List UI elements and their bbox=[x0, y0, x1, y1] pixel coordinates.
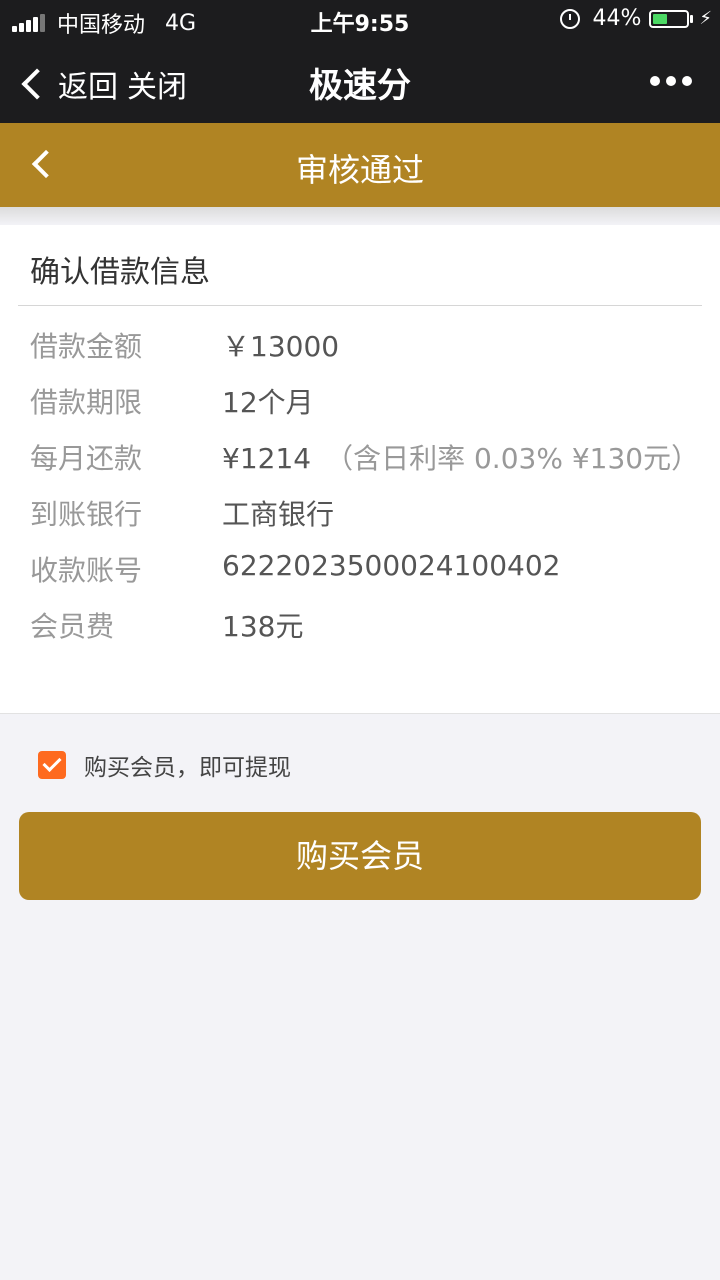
agreement: 购买会员，即可提现 bbox=[38, 748, 291, 782]
battery-percent: 44% bbox=[592, 6, 642, 31]
loan-info-card: 确认借款信息 借款金额 ￥13000 借款期限 12个月 每月还款 ¥1214 （… bbox=[0, 225, 720, 714]
row-value: 6222023500024100402 bbox=[222, 549, 560, 582]
row-label: 每月还款 bbox=[30, 442, 143, 475]
battery-fill bbox=[653, 13, 668, 24]
row-value: 工商银行 bbox=[222, 493, 334, 533]
status-right: 44% ⚡ bbox=[560, 6, 712, 31]
row-note: （含日利率 0.03% ¥130元） bbox=[325, 442, 700, 475]
row-value: ￥13000 bbox=[222, 325, 339, 365]
alarm-icon bbox=[560, 8, 581, 29]
agree-checkbox[interactable] bbox=[38, 751, 66, 779]
page-title: 审核通过 bbox=[295, 151, 424, 189]
divider bbox=[18, 305, 702, 306]
battery-cap bbox=[690, 14, 694, 23]
header-shadow bbox=[0, 207, 720, 225]
info-row-amount: 借款金额 ￥13000 bbox=[0, 325, 720, 365]
row-value: 138元 bbox=[222, 605, 303, 645]
top-bar: 中国移动 4G 上午9:55 44% ⚡ 返回 关闭 极速分 bbox=[0, 0, 720, 123]
row-label: 借款金额 bbox=[30, 330, 143, 363]
agreement-text: 购买会员，即可提现 bbox=[84, 755, 291, 781]
status-bar: 中国移动 4G 上午9:55 44% ⚡ bbox=[0, 0, 720, 40]
row-value-text: 6222023500024100402 bbox=[222, 549, 561, 582]
info-row-account: 收款账号 6222023500024100402 bbox=[0, 549, 720, 589]
row-label: 会员费 bbox=[30, 610, 115, 643]
info-row-monthly: 每月还款 ¥1214 （含日利率 0.03% ¥130元） bbox=[0, 437, 720, 477]
row-value: 12个月 bbox=[222, 381, 314, 421]
row-value-text: 工商银行 bbox=[222, 498, 335, 531]
info-row-bank: 到账银行 工商银行 bbox=[0, 493, 720, 533]
row-value-text: ￥13000 bbox=[222, 330, 340, 363]
row-label: 借款期限 bbox=[30, 386, 143, 419]
row-value-text: 138元 bbox=[222, 610, 304, 643]
page-header: 审核通过 bbox=[0, 123, 720, 207]
loan-info-title: 确认借款信息 bbox=[30, 255, 210, 290]
row-label: 到账银行 bbox=[30, 498, 143, 531]
buy-membership-button[interactable]: 购买会员 bbox=[19, 812, 701, 900]
navigation-bar: 返回 关闭 极速分 bbox=[0, 40, 720, 123]
row-value-text: 12个月 bbox=[222, 386, 314, 419]
charging-icon: ⚡ bbox=[699, 8, 712, 29]
info-row-term: 借款期限 12个月 bbox=[0, 381, 720, 421]
row-value: ¥1214 （含日利率 0.03% ¥130元） bbox=[222, 437, 699, 477]
info-row-fee: 会员费 138元 bbox=[0, 605, 720, 645]
more-icon[interactable] bbox=[644, 76, 692, 86]
row-label: 收款账号 bbox=[30, 554, 143, 587]
battery-icon bbox=[649, 9, 690, 28]
nav-title: 极速分 bbox=[309, 66, 411, 106]
row-value-text: ¥1214 bbox=[222, 442, 312, 475]
